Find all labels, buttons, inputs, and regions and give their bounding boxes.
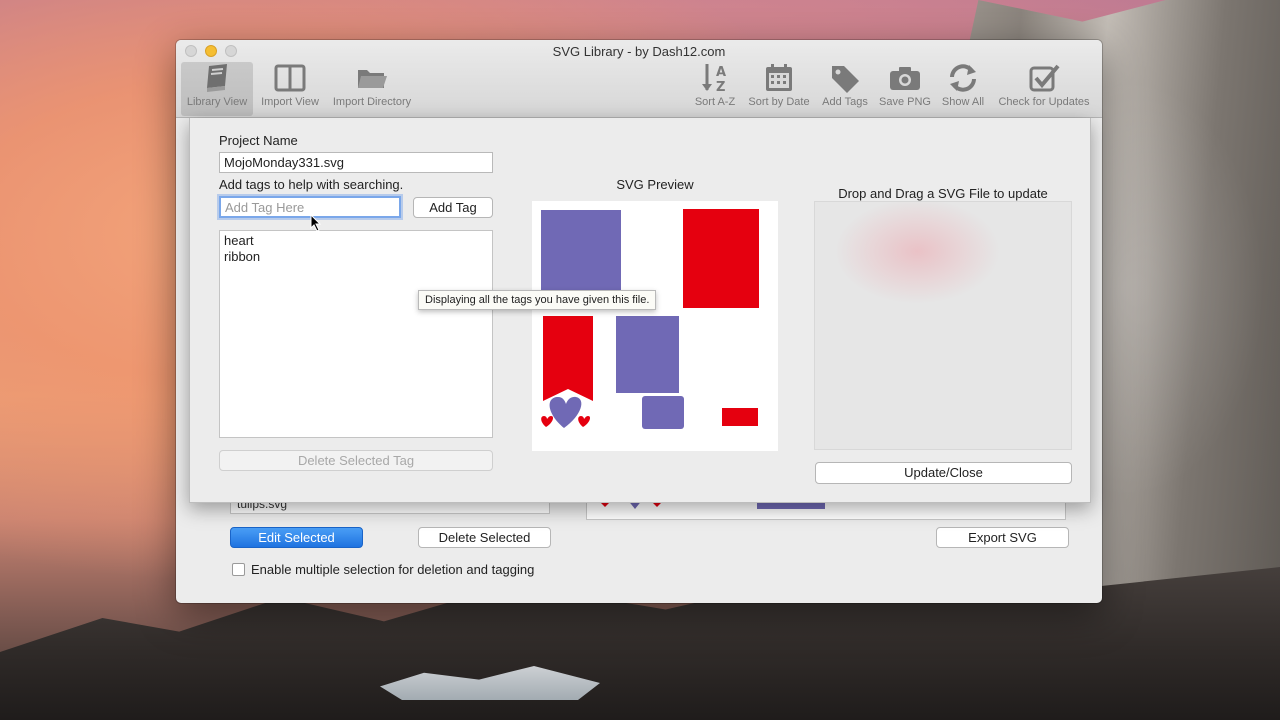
folder-icon bbox=[358, 70, 387, 88]
list-item[interactable]: heart bbox=[224, 233, 488, 249]
svg-preview-title: SVG Preview bbox=[616, 177, 694, 192]
tags-hint: Add tags to help with searching. bbox=[219, 177, 404, 192]
multi-select-option[interactable]: Enable multiple selection for deletion a… bbox=[232, 562, 534, 577]
tags-tooltip: Displaying all the tags you have given t… bbox=[418, 290, 657, 310]
multi-select-checkbox[interactable] bbox=[232, 563, 245, 576]
toolbar-check-updates[interactable]: Check for Updates bbox=[992, 62, 1096, 116]
toolbar-label: Import View bbox=[261, 96, 319, 108]
svg-text:A: A bbox=[716, 65, 726, 80]
toolbar-label: Check for Updates bbox=[998, 96, 1090, 108]
toolbar-show-all[interactable]: Show All bbox=[938, 62, 988, 116]
window-title: SVG Library - by Dash12.com bbox=[552, 44, 726, 59]
toolbar-sort-date[interactable]: Sort by Date bbox=[744, 62, 814, 116]
toolbar-label: Sort by Date bbox=[748, 96, 810, 108]
toolbar-label: Library View bbox=[186, 96, 248, 108]
delete-selected-button[interactable]: Delete Selected bbox=[418, 527, 551, 548]
svg-preview-artwork bbox=[541, 209, 759, 429]
delete-selected-tag-button[interactable]: Delete Selected Tag bbox=[219, 450, 493, 471]
list-item[interactable]: ribbon bbox=[224, 249, 488, 265]
drop-zone-title: Drop and Drag a SVG File to update bbox=[838, 186, 1048, 201]
title-bar: SVG Library - by Dash12.com Library View… bbox=[176, 40, 1102, 118]
book-icon bbox=[207, 64, 227, 92]
project-name-label: Project Name bbox=[219, 133, 298, 148]
edit-selected-button[interactable]: Edit Selected bbox=[230, 527, 363, 548]
project-name-field[interactable] bbox=[219, 152, 493, 173]
svg-text:Z: Z bbox=[716, 80, 725, 94]
camera-icon bbox=[890, 67, 920, 90]
toolbar-import-directory[interactable]: Import Directory bbox=[328, 62, 416, 116]
svg-drop-zone[interactable] bbox=[814, 201, 1072, 450]
toolbar-label: Save PNG bbox=[879, 96, 931, 108]
calendar-icon bbox=[766, 64, 792, 91]
toolbar-label: Add Tags bbox=[822, 96, 868, 108]
multi-select-label: Enable multiple selection for deletion a… bbox=[251, 562, 535, 577]
tag-list[interactable]: heart ribbon bbox=[219, 230, 493, 438]
svg-preview bbox=[532, 201, 778, 451]
tag-icon bbox=[832, 66, 859, 93]
toolbar-label: Show All bbox=[941, 96, 985, 108]
checkbox-icon bbox=[1029, 64, 1060, 92]
export-svg-button[interactable]: Export SVG bbox=[936, 527, 1069, 548]
edit-sheet: Project Name Add tags to help with searc… bbox=[189, 118, 1091, 503]
sort-az-icon: A Z bbox=[702, 64, 726, 94]
toolbar-label: Sort A-Z bbox=[694, 96, 736, 108]
toolbar-library-view[interactable]: Library View bbox=[181, 62, 253, 116]
toolbar-add-tags[interactable]: Add Tags bbox=[818, 62, 872, 116]
add-tag-button[interactable]: Add Tag bbox=[413, 197, 493, 218]
toolbar-sort-az[interactable]: A Z Sort A-Z bbox=[690, 62, 740, 116]
toolbar-label: Import Directory bbox=[332, 96, 412, 108]
toolbar-save-png[interactable]: Save PNG bbox=[876, 62, 934, 116]
split-view-icon bbox=[274, 64, 306, 92]
toolbar-import-view[interactable]: Import View bbox=[256, 62, 324, 116]
refresh-icon bbox=[950, 64, 976, 92]
update-close-button[interactable]: Update/Close bbox=[815, 462, 1072, 484]
mouse-cursor-icon bbox=[310, 214, 322, 232]
